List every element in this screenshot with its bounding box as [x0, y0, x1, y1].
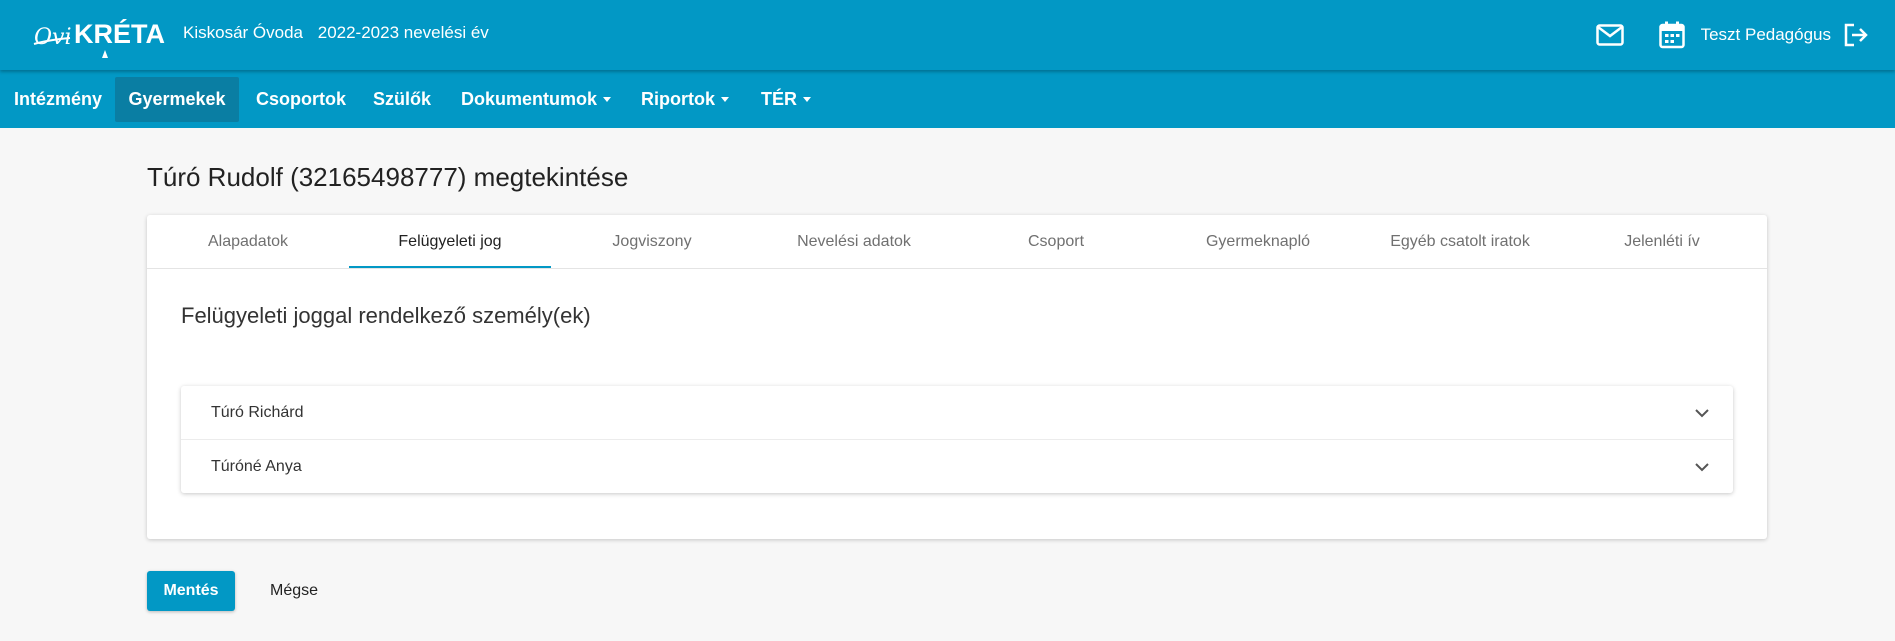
- nav-item-dokumentumok[interactable]: Dokumentumok: [447, 77, 625, 122]
- nav-item-label: Csoportok: [256, 89, 346, 109]
- school-info: Kiskosár Óvoda 2022-2023 nevelési év: [183, 23, 499, 43]
- nav-item-gyermekek[interactable]: Gyermekek: [115, 77, 239, 122]
- app-header: Ovi KRÉTA Kiskosár Óvoda 2022-2023 nevel…: [0, 0, 1895, 70]
- main-nav: Intézmény Gyermekek Csoportok Szülők Dok…: [0, 70, 1895, 128]
- nav-item-label: Riportok: [641, 89, 715, 109]
- tab-csoport[interactable]: Csoport: [955, 215, 1157, 268]
- page-title: Túró Rudolf (32165498777) megtekintése: [147, 162, 629, 192]
- tab-alapadatok[interactable]: Alapadatok: [147, 215, 349, 268]
- institution-name: Kiskosár Óvoda: [183, 23, 303, 42]
- cancel-button[interactable]: Mégse: [259, 571, 329, 611]
- tab-label: Nevelési adatok: [797, 232, 911, 250]
- calendar-icon[interactable]: [1657, 20, 1687, 50]
- nav-item-szulok[interactable]: Szülők: [359, 77, 445, 122]
- tab-label: Alapadatok: [207, 232, 289, 250]
- nav-item-label: Gyermekek: [128, 89, 226, 109]
- tab-jelenleti-iv[interactable]: Jelenléti ív: [1561, 215, 1763, 268]
- caret-down-icon: [803, 97, 811, 102]
- nav-item-riportok[interactable]: Riportok: [627, 77, 743, 122]
- accordion-item-guardian[interactable]: Túróné Anya: [181, 439, 1733, 493]
- tab-bar: Alapadatok Felügyeleti jog Jogviszony Ne…: [147, 215, 1767, 269]
- nav-item-intezmeny[interactable]: Intézmény: [0, 77, 116, 122]
- ovikreta-logo[interactable]: Ovi KRÉTA: [30, 14, 170, 58]
- caret-down-icon: [603, 97, 612, 102]
- chevron-down-icon: [1695, 409, 1709, 418]
- accordion-item-guardian[interactable]: Túró Richárd: [181, 386, 1733, 439]
- save-button[interactable]: Mentés: [147, 571, 235, 611]
- svg-text:KRÉTA: KRÉTA: [74, 18, 165, 49]
- tab-label: Egyéb csatolt iratok: [1390, 232, 1530, 250]
- tab-label: Jelenléti ív: [1624, 232, 1700, 250]
- mail-icon[interactable]: [1595, 20, 1625, 50]
- caret-down-icon: [721, 97, 729, 102]
- tab-nevelesi-adatok[interactable]: Nevelési adatok: [753, 215, 955, 268]
- tab-label: Gyermeknapló: [1205, 232, 1311, 250]
- tab-gyermeknaplo[interactable]: Gyermeknapló: [1157, 215, 1359, 268]
- tab-jogviszony[interactable]: Jogviszony: [551, 215, 753, 268]
- tab-label: Csoport: [1027, 232, 1085, 250]
- tab-label: Jogviszony: [612, 232, 692, 250]
- nav-item-label: Intézmény: [14, 89, 103, 109]
- chevron-down-icon: [1695, 463, 1709, 472]
- section-title: Felügyeleti joggal rendelkező személy(ek…: [181, 303, 591, 328]
- child-details-card: Alapadatok Felügyeleti jog Jogviszony Ne…: [147, 215, 1767, 539]
- tab-felugyeleti-jog[interactable]: Felügyeleti jog: [349, 215, 551, 268]
- logout-icon[interactable]: [1841, 20, 1871, 50]
- guardian-accordion: Túró Richárd Túróné Anya: [181, 386, 1733, 493]
- nav-item-label: TÉR: [761, 89, 797, 109]
- tab-label: Felügyeleti jog: [398, 232, 502, 250]
- guardian-name: Túróné Anya: [211, 457, 302, 475]
- nav-item-csoportok[interactable]: Csoportok: [242, 77, 360, 122]
- guardian-name: Túró Richárd: [211, 403, 304, 421]
- nav-item-ter[interactable]: TÉR: [747, 77, 825, 122]
- nav-item-label: Dokumentumok: [461, 89, 598, 109]
- user-name[interactable]: Teszt Pedagógus: [1701, 25, 1831, 45]
- nav-item-label: Szülők: [373, 89, 432, 109]
- school-year: 2022-2023 nevelési év: [317, 23, 489, 42]
- svg-text:Ovi: Ovi: [34, 25, 72, 50]
- tab-egyeb-csatolt-iratok[interactable]: Egyéb csatolt iratok: [1359, 215, 1561, 268]
